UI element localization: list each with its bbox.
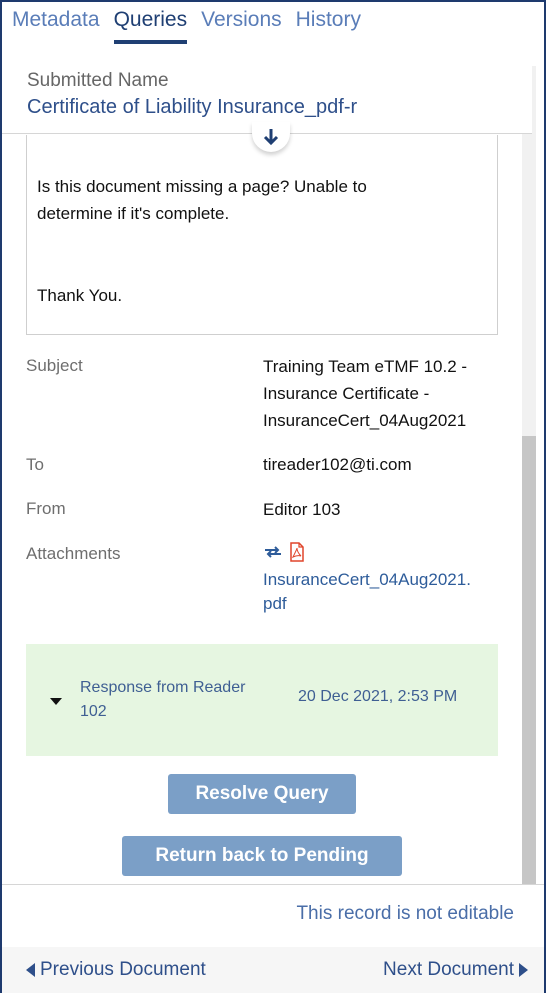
attachment-icons [263,542,305,562]
subject-value-line: Training Team eTMF 10.2 - [263,357,468,376]
submitted-name-header: Submitted Name Certificate of Liability … [2,62,532,152]
not-editable-notice: This record is not editable [296,903,514,924]
tab-queries[interactable]: Queries [113,8,187,44]
response-title-line: 102 [80,703,107,720]
resolve-query-button[interactable]: Resolve Query [168,774,356,814]
previous-document-link[interactable]: Previous Document [26,959,206,981]
from-value: Editor 103 [263,500,341,519]
submitted-name-value: Certificate of Liability Insurance_pdf-r [27,96,358,118]
tab-bar: Metadata Queries Versions History [12,8,361,44]
swap-icon[interactable] [263,545,283,559]
from-label: From [26,499,66,518]
next-document-label[interactable]: Next Document [383,959,514,981]
footer: This record is not editable Previous Doc… [2,884,544,993]
message-closing: Thank You. [37,286,123,305]
query-message-box: Is this document missing a page? Unable … [26,135,498,335]
response-date: 20 Dec 2021, 2:53 PM [298,688,458,705]
caret-down-icon[interactable] [50,698,62,705]
message-line: determine if it's complete. [37,204,230,223]
scrollbar-thumb[interactable] [522,436,536,886]
next-document-link[interactable]: Next Document [383,959,528,981]
response-panel[interactable]: Response from Reader 102 20 Dec 2021, 2:… [26,644,498,756]
tab-metadata[interactable]: Metadata [12,8,100,44]
previous-document-label[interactable]: Previous Document [40,959,206,981]
pdf-icon[interactable] [289,542,305,562]
tab-versions[interactable]: Versions [201,8,282,44]
subject-value-line: Insurance Certificate - [263,384,430,403]
submitted-name-label: Submitted Name [27,70,169,91]
arrow-down-icon [263,129,279,146]
attachment-link-line[interactable]: InsuranceCert_04Aug2021. [263,568,471,592]
attachment-link[interactable]: InsuranceCert_04Aug2021. pdf [263,568,471,616]
message-line: Is this document missing a page? Unable … [37,177,367,196]
subject-value-line: InsuranceCert_04Aug2021 [263,411,467,430]
attachments-label: Attachments [26,544,121,563]
response-title: Response from Reader 102 [80,676,290,724]
caret-left-icon [26,963,35,977]
attachment-link-line[interactable]: pdf [263,592,471,616]
to-label: To [26,455,44,474]
document-nav: Previous Document Next Document [2,947,544,993]
response-title-line: Response from Reader [80,679,246,696]
caret-right-icon [519,963,528,977]
subject-label: Subject [26,356,83,375]
return-to-pending-button[interactable]: Return back to Pending [122,836,402,876]
to-value: tireader102@ti.com [263,455,412,474]
tab-history[interactable]: History [296,8,361,44]
